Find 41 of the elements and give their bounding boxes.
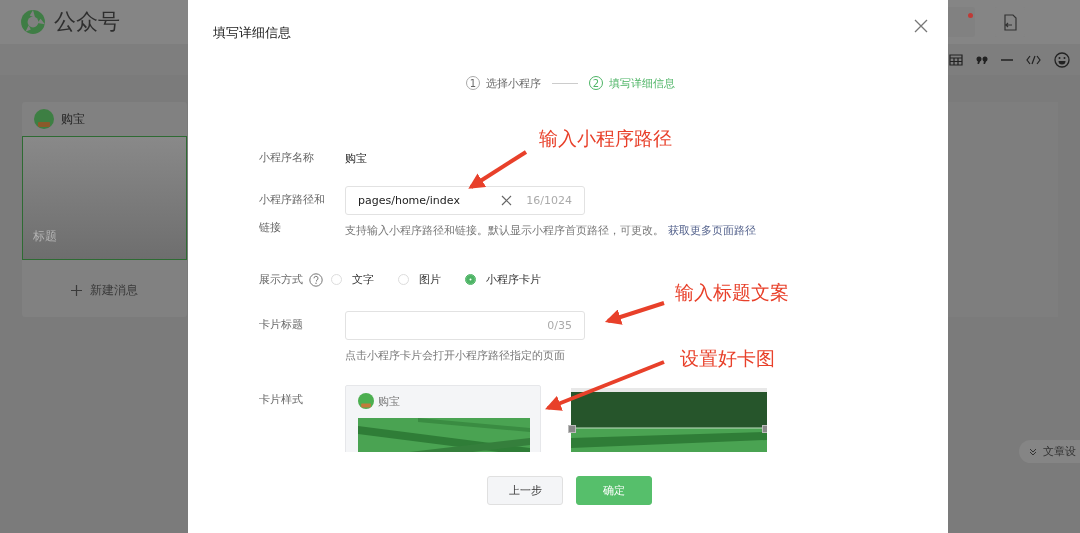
help-text: 点击小程序卡片会打开小程序路径指定的页面 (345, 348, 565, 363)
side-tab[interactable]: 文章设 (1019, 440, 1080, 463)
quote-icon[interactable] (976, 55, 988, 64)
annotation-arrow (604, 301, 665, 325)
back-button[interactable]: 上一步 (487, 476, 563, 505)
logo-icon (20, 9, 46, 35)
table-icon[interactable] (949, 53, 963, 66)
radio-option[interactable]: 图片 (398, 272, 441, 287)
annotation-text: 输入小程序路径 (539, 126, 672, 151)
plus-icon (71, 285, 82, 296)
divider-icon[interactable] (1001, 57, 1013, 62)
app-title: 公众号 (54, 8, 120, 36)
path-input-field[interactable]: pages/home/index 16/1024 (345, 186, 585, 215)
radio-option[interactable]: 文字 (331, 272, 374, 287)
avatar-icon (358, 393, 374, 409)
field-label: 小程序路径和链接 (259, 192, 325, 236)
close-icon[interactable] (914, 19, 928, 33)
avatar-icon (34, 109, 54, 129)
smiley-icon[interactable] (1054, 51, 1070, 68)
annotation-text: 设置好卡图 (680, 346, 775, 371)
code-icon[interactable] (1026, 54, 1041, 65)
notification-dot (968, 13, 973, 18)
annotation-arrow (468, 150, 528, 189)
radio-option[interactable]: 小程序卡片 (465, 272, 541, 287)
field-label: 小程序名称 (259, 151, 315, 165)
mini-program-name: 购宝 (345, 150, 367, 166)
chevron-icon (1029, 447, 1037, 456)
field-label: 展示方式 (259, 272, 303, 287)
dialog-title: 填写详细信息 (213, 24, 291, 42)
help-icon[interactable] (309, 272, 323, 287)
field-label: 卡片样式 (259, 393, 304, 407)
help-text: 支持输入小程序路径和链接。默认显示小程序首页路径，可更改。 (345, 223, 664, 238)
account-name: 购宝 (61, 110, 85, 128)
clear-icon[interactable] (501, 195, 513, 206)
account-name: 购宝 (378, 393, 400, 409)
step: 2 填写详细信息 (589, 75, 675, 91)
step: 1 选择小程序 (466, 75, 541, 91)
field-label: 卡片标题 (259, 317, 304, 333)
crop-handle[interactable] (568, 425, 576, 433)
annotation-text: 输入标题文案 (675, 280, 789, 305)
more-paths-link[interactable]: 获取更多页面路径 (668, 223, 756, 238)
